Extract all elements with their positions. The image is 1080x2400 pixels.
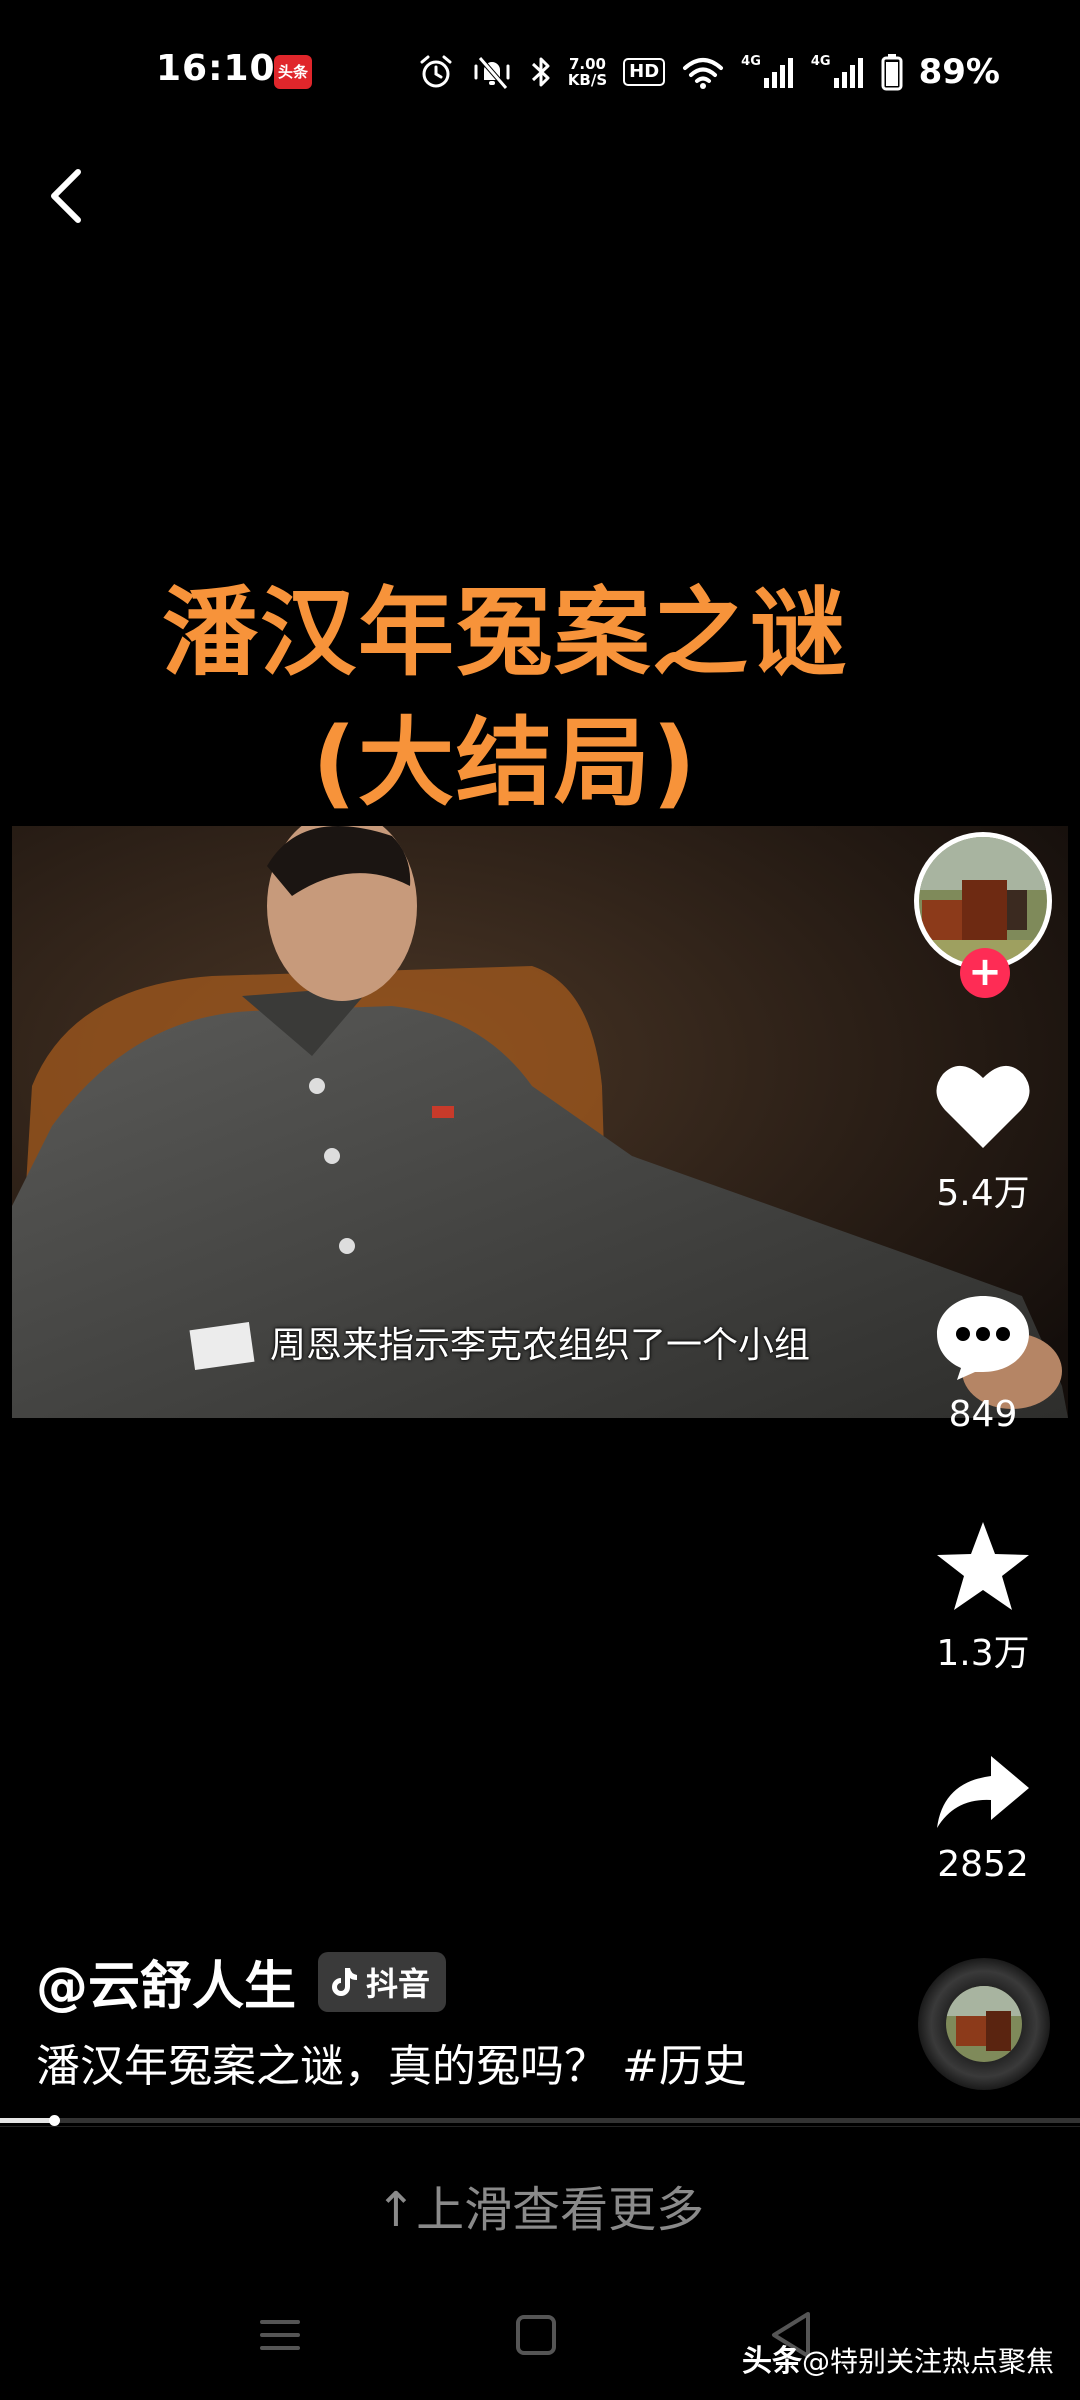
- progress-fill: [0, 2118, 54, 2123]
- nav-home-button[interactable]: [496, 2300, 576, 2370]
- favorite-count: 1.3万: [936, 1633, 1030, 1674]
- menu-lines-icon: [260, 2320, 300, 2350]
- comment-bubble-icon: [937, 1296, 1029, 1380]
- video-description[interactable]: 潘汉年冤案之谜，真的冤吗？ #历史: [36, 2030, 747, 2094]
- cell-signal-2: 4G: [811, 54, 865, 90]
- follow-plus-button[interactable]: +: [960, 948, 1010, 998]
- video-progress-bar[interactable]: [0, 2115, 1080, 2126]
- music-disc[interactable]: [916, 1956, 1052, 2092]
- signal-1-label: 4G: [741, 54, 761, 69]
- signal-2-label: 4G: [810, 54, 831, 69]
- wifi-icon: [683, 58, 724, 89]
- toutiao-app-badge: 头条: [274, 55, 312, 89]
- swipe-up-hint[interactable]: ↑上滑查看更多: [0, 2170, 1080, 2240]
- watermark-text: @特别关注热点聚焦: [801, 2345, 1054, 2378]
- hd-voice-icon: HD: [623, 58, 666, 86]
- mute-bell-icon: [474, 56, 510, 90]
- share-button[interactable]: 2852: [908, 1752, 1058, 1885]
- status-bar: 16:10 头条 7.00 KB/S HD 4G 4G 89%: [0, 0, 1080, 140]
- video-title-line1: 潘汉年冤案之谜: [162, 577, 848, 689]
- watermark-brand: 头条: [741, 2344, 802, 2379]
- chevron-left-icon: [51, 169, 81, 223]
- nav-recents-button[interactable]: [240, 2300, 320, 2370]
- like-count: 5.4万: [936, 1173, 1030, 1214]
- net-speed-indicator: 7.00 KB/S: [568, 56, 607, 88]
- status-time: 16:10: [156, 48, 276, 89]
- heart-icon: [936, 1065, 1030, 1148]
- signal-bars-icon: [763, 58, 793, 88]
- battery-percentage: 89%: [918, 52, 1000, 92]
- author-name[interactable]: @云舒人生: [36, 1944, 296, 2019]
- bluetooth-icon: [531, 57, 550, 87]
- comment-button[interactable]: 849: [908, 1290, 1058, 1435]
- cell-signal-1: 4G: [741, 54, 795, 90]
- platform-badge: 抖音: [318, 1951, 447, 2012]
- signal-bars-icon: [833, 58, 863, 88]
- share-count: 2852: [937, 1844, 1029, 1885]
- net-speed-unit: KB/S: [567, 71, 608, 89]
- alarm-icon: [420, 55, 452, 88]
- status-icons: 7.00 KB/S HD 4G 4G 89%: [418, 48, 1000, 96]
- back-button[interactable]: [40, 160, 100, 230]
- divider: [0, 2126, 1080, 2127]
- tiktok-logo-icon: [332, 1967, 358, 1996]
- watermark: 头条@特别关注热点聚焦: [742, 2336, 1054, 2380]
- comment-count: 849: [948, 1394, 1018, 1435]
- music-disc-icon: [918, 1958, 1050, 2090]
- progress-handle[interactable]: [49, 2115, 60, 2126]
- star-icon: [937, 1522, 1029, 1610]
- author-row: @云舒人生 抖音: [36, 1944, 447, 2019]
- like-button[interactable]: 5.4万: [908, 1060, 1058, 1216]
- favorite-button[interactable]: 1.3万: [908, 1520, 1058, 1676]
- video-title-line2: (大结局): [312, 707, 698, 819]
- net-speed-value: 7.00: [568, 55, 606, 73]
- share-arrow-icon: [937, 1756, 1029, 1828]
- platform-label: 抖音: [366, 1964, 431, 2003]
- square-home-icon: [516, 2315, 556, 2355]
- battery-icon: [881, 54, 903, 91]
